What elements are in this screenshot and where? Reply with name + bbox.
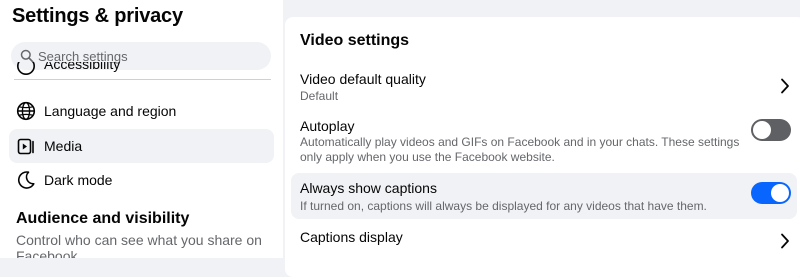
moon-icon [18,171,35,189]
always-show-captions-toggle[interactable] [751,182,791,204]
accessibility-icon [17,62,35,75]
setting-title: Always show captions [300,180,437,196]
sidebar-item-language-and-region[interactable]: Language and region [9,94,274,128]
setting-always-show-captions: Always show captions If turned on, capti… [291,173,797,219]
sidebar-item-accessibility[interactable]: Accessibility [9,62,274,78]
autoplay-toggle[interactable] [751,119,791,141]
chevron-right-icon [781,78,789,94]
section-heading: Audience and visibility [16,210,190,227]
sidebar-item-label: Media [44,138,83,154]
setting-captions-display[interactable]: Captions display [291,223,797,263]
sidebar-title: Settings & privacy [12,5,183,27]
setting-video-default-quality[interactable]: Video default quality Default [291,65,797,107]
sidebar-item-label: Language and region [44,103,177,119]
sidebar-item-dark-mode[interactable]: Dark mode [9,163,274,197]
sidebar-divider [14,79,271,80]
toggle-knob [771,184,789,202]
sidebar-item-label: Accessibility [44,62,121,72]
globe-icon [16,101,36,121]
sidebar-item-label: Dark mode [44,172,113,188]
setting-autoplay: Autoplay Automatically play videos and G… [291,111,797,171]
setting-subtitle: Automatically play videos and GIFs on Fa… [300,135,740,164]
toggle-knob [753,121,771,139]
panel-title: Video settings [300,32,410,49]
media-icon [17,138,34,155]
setting-title: Video default quality [300,71,426,87]
settings-sidebar: Settings & privacy Accessibility Languag… [0,0,283,258]
sidebar-item-media[interactable]: Media [9,129,274,163]
setting-subtitle: If turned on, captions will always be di… [300,199,707,213]
setting-subtitle: Default [300,89,339,103]
setting-title: Autoplay [300,118,355,134]
search-icon [20,49,34,63]
video-settings-panel: Video settings Video default quality Def… [285,17,800,277]
setting-title: Captions display [300,229,403,245]
chevron-right-icon [781,233,789,249]
section-description: Control who can see what you share on Fa… [16,232,262,258]
